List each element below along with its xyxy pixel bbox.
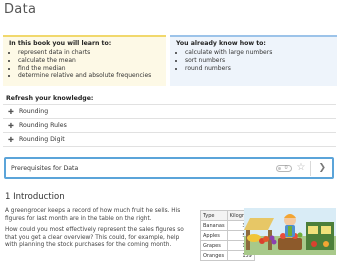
table-cell: Bananas	[200, 220, 228, 231]
refresh-heading: Refresh your knowledge:	[6, 95, 94, 102]
accordion-item-rounding-digit[interactable]: ✚ Rounding Digit	[3, 132, 336, 146]
accordion-item-label: Rounding	[19, 108, 49, 115]
learn-objective-item: calculate the mean	[18, 57, 160, 65]
toggle-value: 0	[284, 164, 288, 171]
intro-paragraph: How could you most effectively represent…	[5, 227, 184, 249]
prior-knowledge-heading: You already know how to:	[176, 40, 266, 47]
prior-knowledge-item: calculate with large numbers	[185, 49, 331, 57]
prior-knowledge-item: sort numbers	[185, 57, 331, 65]
accordion-item-rounding[interactable]: ✚ Rounding	[3, 104, 336, 118]
accordion-divider	[3, 146, 336, 147]
accordion-item-rounding-rules[interactable]: ✚ Rounding Rules	[3, 118, 336, 132]
learn-objectives-box: In this book you will learn to: represen…	[3, 35, 166, 86]
table-header-cell: Type	[200, 210, 228, 221]
intro-paragraph: A greengrocer keeps a record of how much…	[5, 208, 181, 222]
page-title: Data	[4, 2, 37, 17]
learn-objective-item: determine relative and absolute frequenc…	[18, 72, 160, 80]
learn-objective-item: represent data in charts	[18, 49, 160, 57]
prerequisites-label: Prerequisites for Data	[11, 164, 79, 172]
accordion-item-label: Rounding Rules	[19, 122, 67, 129]
plus-icon: ✚	[8, 135, 14, 144]
accordion-item-label: Rounding Digit	[19, 136, 65, 143]
bar-divider	[310, 160, 312, 176]
table-cell: Apples	[200, 230, 228, 241]
chevron-right-icon[interactable]: ❯	[318, 163, 326, 173]
greengrocer-illustration	[244, 208, 336, 255]
prior-knowledge-item: round numbers	[185, 65, 331, 73]
table-cell: Oranges	[200, 250, 228, 261]
prerequisites-toggle[interactable]: 0	[276, 164, 293, 172]
star-icon[interactable]: ☆	[296, 163, 305, 173]
learn-objectives-heading: In this book you will learn to:	[9, 40, 112, 47]
learn-objective-item: find the median	[18, 65, 160, 73]
prerequisites-bar[interactable]: Prerequisites for Data 0 ☆ ❯	[4, 157, 334, 179]
plus-icon: ✚	[8, 107, 14, 116]
plus-icon: ✚	[8, 121, 14, 130]
table-cell: Grapes	[200, 240, 228, 251]
section-title: 1 Introduction	[5, 192, 65, 202]
prior-knowledge-box: You already know how to: calculate with …	[170, 35, 337, 86]
